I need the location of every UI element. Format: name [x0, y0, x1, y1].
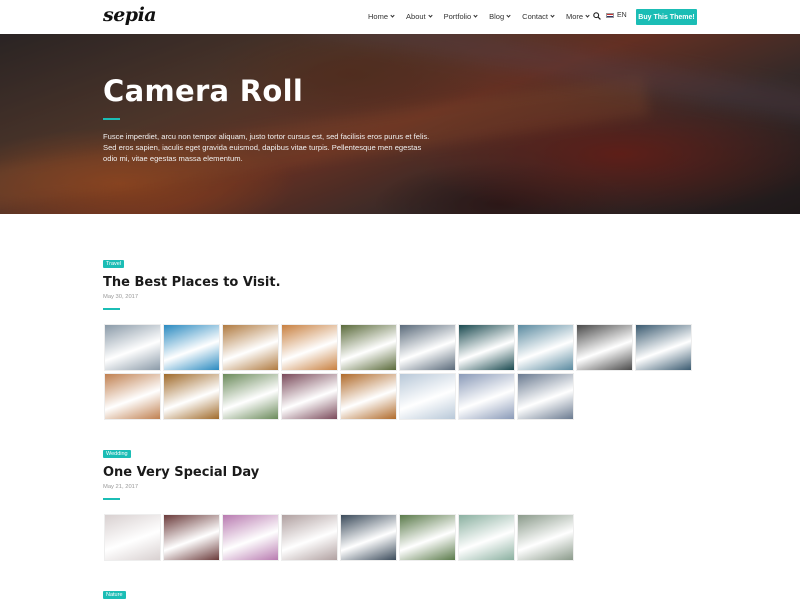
photo-thumbnail[interactable] [104, 373, 161, 420]
nav-item-home[interactable]: Home [368, 12, 395, 21]
nav-item-about[interactable]: About [406, 12, 433, 21]
photo-thumbnail[interactable] [576, 324, 633, 371]
photo-thumbnail[interactable] [458, 514, 515, 561]
post-travel: Travel The Best Places to Visit. May 30,… [103, 252, 703, 420]
photo-thumbnail[interactable] [163, 324, 220, 371]
photo-thumbnail[interactable] [104, 324, 161, 371]
category-tag[interactable]: Nature [103, 591, 126, 599]
post-title[interactable]: The Best Places to Visit. [103, 275, 703, 290]
category-tag[interactable]: Travel [103, 260, 125, 268]
search-icon[interactable] [593, 12, 601, 20]
photo-thumbnail[interactable] [340, 373, 397, 420]
chevron-down-icon [585, 13, 590, 18]
photo-thumbnail[interactable] [458, 324, 515, 371]
nav-label: More [566, 12, 584, 21]
main-nav: Home About Portfolio Blog Contact More [368, 12, 601, 21]
photo-thumbnail[interactable] [222, 324, 279, 371]
post-title[interactable]: One Very Special Day [103, 465, 703, 480]
photo-thumbnail[interactable] [399, 324, 456, 371]
post-nature: Nature [103, 583, 703, 600]
photo-gallery [104, 514, 703, 561]
photo-thumbnail[interactable] [340, 324, 397, 371]
language-label: EN [617, 12, 627, 19]
nav-label: Contact [522, 12, 549, 21]
photo-thumbnail[interactable] [517, 514, 574, 561]
title-underline [103, 308, 120, 310]
chevron-down-icon [473, 13, 478, 18]
chevron-down-icon [390, 13, 395, 18]
chevron-down-icon [550, 13, 555, 18]
hero-banner: Camera Roll Fusce imperdiet, arcu non te… [0, 34, 800, 214]
post-date: May 30, 2017 [103, 294, 139, 300]
photo-gallery [104, 324, 703, 420]
photo-thumbnail[interactable] [517, 373, 574, 420]
site-header: sepia Home About Portfolio Blog Contact … [0, 0, 800, 34]
photo-thumbnail[interactable] [458, 373, 515, 420]
buy-theme-button[interactable]: Buy This Theme! [636, 9, 697, 25]
nav-item-contact[interactable]: Contact [522, 12, 555, 21]
photo-thumbnail[interactable] [104, 514, 161, 561]
post-wedding: Wedding One Very Special Day May 21, 201… [103, 442, 703, 561]
nav-label: Home [368, 12, 389, 21]
photo-thumbnail[interactable] [222, 514, 279, 561]
photo-thumbnail[interactable] [517, 324, 574, 371]
language-switcher[interactable]: EN [606, 12, 627, 19]
chevron-down-icon [428, 13, 433, 18]
title-underline [103, 498, 120, 500]
flag-icon [606, 13, 614, 18]
photo-thumbnail[interactable] [281, 514, 338, 561]
post-date: May 21, 2017 [103, 484, 139, 490]
chevron-down-icon [506, 13, 511, 18]
title-underline [103, 118, 120, 120]
nav-label: About [406, 12, 426, 21]
site-logo[interactable]: sepia [103, 4, 157, 26]
photo-thumbnail[interactable] [281, 324, 338, 371]
photo-thumbnail[interactable] [340, 514, 397, 561]
photo-thumbnail[interactable] [635, 324, 692, 371]
nav-item-portfolio[interactable]: Portfolio [444, 12, 478, 21]
page-title: Camera Roll [103, 74, 304, 108]
nav-item-more[interactable]: More [566, 12, 590, 21]
nav-label: Portfolio [443, 12, 472, 21]
photo-thumbnail[interactable] [399, 373, 456, 420]
nav-item-blog[interactable]: Blog [489, 12, 511, 21]
category-tag[interactable]: Wedding [103, 450, 131, 458]
hero-overlay [0, 34, 800, 214]
photo-thumbnail[interactable] [163, 514, 220, 561]
photo-thumbnail[interactable] [163, 373, 220, 420]
photo-thumbnail[interactable] [281, 373, 338, 420]
hero-description: Fusce imperdiet, arcu non tempor aliquam… [103, 132, 430, 163]
photo-thumbnail[interactable] [222, 373, 279, 420]
nav-label: Blog [489, 12, 505, 21]
photo-thumbnail[interactable] [399, 514, 456, 561]
